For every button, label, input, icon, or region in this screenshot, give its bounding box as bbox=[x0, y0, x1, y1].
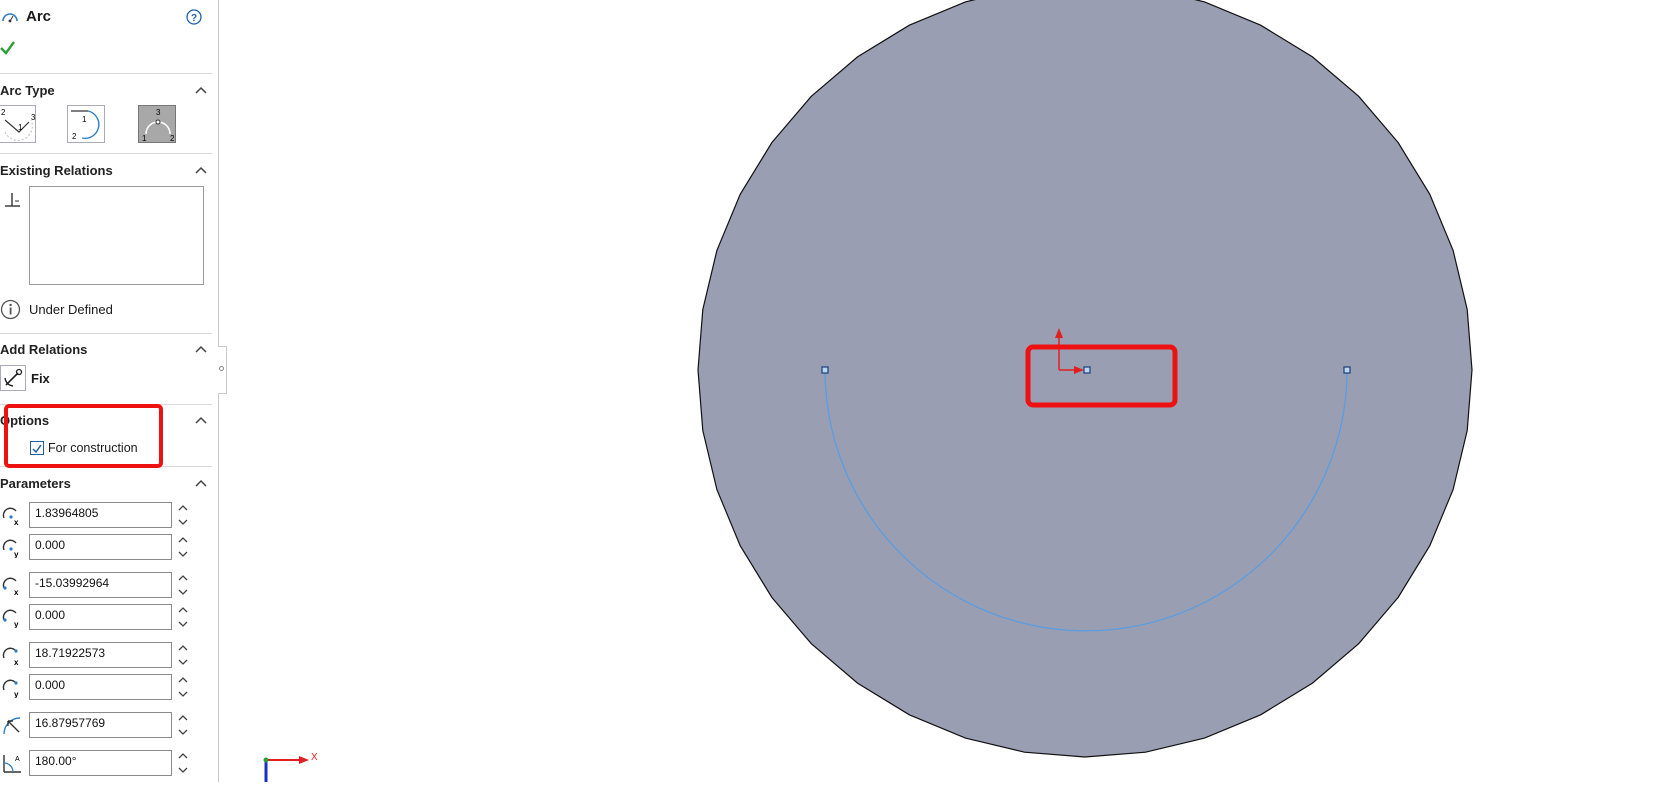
svg-text:A: A bbox=[15, 756, 20, 763]
center-point-arc-icon: 2 3 1 bbox=[1, 108, 36, 141]
svg-text:1: 1 bbox=[82, 115, 87, 124]
three-point-arc-button[interactable]: 3 1 2 bbox=[138, 105, 176, 143]
collapse-chevron-icon[interactable] bbox=[194, 85, 208, 95]
section-title-parameters: Parameters bbox=[0, 476, 71, 491]
info-icon bbox=[0, 299, 21, 320]
end-x-icon: x bbox=[2, 647, 19, 666]
section-title-existing-relations: Existing Relations bbox=[0, 163, 113, 178]
three-point-arc-icon: 3 1 2 bbox=[142, 108, 175, 143]
svg-text:?: ? bbox=[191, 13, 197, 24]
existing-relations-list[interactable] bbox=[29, 186, 204, 285]
svg-text:y: y bbox=[14, 550, 19, 558]
property-manager-panel: Arc ? Arc Type 2 3 1 1 2 3 1 2 Existing … bbox=[0, 0, 218, 782]
svg-text:3: 3 bbox=[31, 113, 36, 122]
center-y-icon: y bbox=[2, 539, 19, 558]
svg-text:x: x bbox=[14, 588, 19, 596]
svg-text:x: x bbox=[14, 658, 19, 666]
radius-icon bbox=[3, 717, 21, 735]
svg-text:y: y bbox=[14, 690, 19, 698]
center-x-input[interactable]: 1.83964805 bbox=[29, 502, 172, 528]
svg-text:x: x bbox=[14, 518, 19, 526]
ok-checkmark-icon[interactable] bbox=[0, 40, 16, 56]
options-highlight-box bbox=[4, 404, 163, 468]
end-x-spinner-icon[interactable] bbox=[177, 641, 189, 669]
collapse-chevron-icon[interactable] bbox=[194, 415, 208, 425]
relations-icon bbox=[5, 193, 20, 207]
anchor-fix-icon bbox=[4, 368, 23, 387]
svg-text:2: 2 bbox=[170, 134, 175, 143]
divider bbox=[0, 333, 212, 334]
center-x-icon: x bbox=[2, 507, 19, 526]
center-x-spinner-icon[interactable] bbox=[177, 501, 189, 529]
center-point-arc-button[interactable]: 2 3 1 bbox=[0, 105, 36, 143]
arc-icon bbox=[2, 13, 18, 23]
arc-center-point[interactable] bbox=[1083, 366, 1091, 374]
status-under-defined: Under Defined bbox=[29, 302, 113, 317]
divider bbox=[0, 153, 212, 154]
collapse-chevron-icon[interactable] bbox=[194, 165, 208, 175]
end-y-icon: y bbox=[2, 679, 19, 698]
start-x-icon: x bbox=[2, 577, 19, 596]
coordinate-triad: X bbox=[263, 752, 318, 782]
fix-relation-button[interactable] bbox=[0, 365, 26, 391]
center-y-spinner-icon[interactable] bbox=[177, 533, 189, 561]
end-x-input[interactable]: 18.71922573 bbox=[29, 642, 172, 668]
collapse-chevron-icon[interactable] bbox=[194, 478, 208, 488]
start-y-spinner-icon[interactable] bbox=[177, 603, 189, 631]
collapse-chevron-icon[interactable] bbox=[194, 344, 208, 354]
svg-text:y: y bbox=[14, 620, 19, 628]
arc-start-point[interactable] bbox=[821, 366, 829, 374]
section-title-arc-type: Arc Type bbox=[0, 83, 55, 98]
sketch-circle-face[interactable] bbox=[697, 0, 1473, 758]
section-title-add-relations: Add Relations bbox=[0, 342, 88, 357]
tangent-arc-icon: 1 2 bbox=[71, 110, 100, 141]
end-y-input[interactable]: 0.000 bbox=[29, 674, 172, 700]
svg-text:2: 2 bbox=[1, 108, 6, 117]
help-icon[interactable]: ? bbox=[185, 8, 203, 26]
center-y-input[interactable]: 0.000 bbox=[29, 534, 172, 560]
svg-text:1: 1 bbox=[142, 134, 147, 143]
triad-x-label: X bbox=[311, 752, 318, 763]
start-x-spinner-icon[interactable] bbox=[177, 571, 189, 599]
tangent-arc-button[interactable]: 1 2 bbox=[67, 105, 105, 143]
start-y-input[interactable]: 0.000 bbox=[29, 604, 172, 630]
graphics-viewport[interactable]: X bbox=[219, 0, 1655, 782]
arc-end-point[interactable] bbox=[1343, 366, 1351, 374]
start-y-icon: y bbox=[2, 609, 19, 628]
divider bbox=[0, 73, 212, 74]
svg-text:3: 3 bbox=[156, 108, 161, 117]
panel-title: Arc bbox=[26, 8, 52, 25]
angle-icon: A bbox=[3, 755, 21, 773]
angle-input[interactable]: 180.00° bbox=[29, 750, 172, 776]
radius-input[interactable]: 16.87957769 bbox=[29, 712, 172, 738]
end-y-spinner-icon[interactable] bbox=[177, 673, 189, 701]
start-x-input[interactable]: -15.03992964 bbox=[29, 572, 172, 598]
svg-text:2: 2 bbox=[72, 132, 77, 141]
angle-spinner-icon[interactable] bbox=[177, 749, 189, 777]
svg-text:1: 1 bbox=[18, 123, 23, 132]
fix-relation-label: Fix bbox=[31, 371, 50, 386]
radius-spinner-icon[interactable] bbox=[177, 711, 189, 739]
sketch-canvas[interactable]: X bbox=[219, 0, 1655, 782]
